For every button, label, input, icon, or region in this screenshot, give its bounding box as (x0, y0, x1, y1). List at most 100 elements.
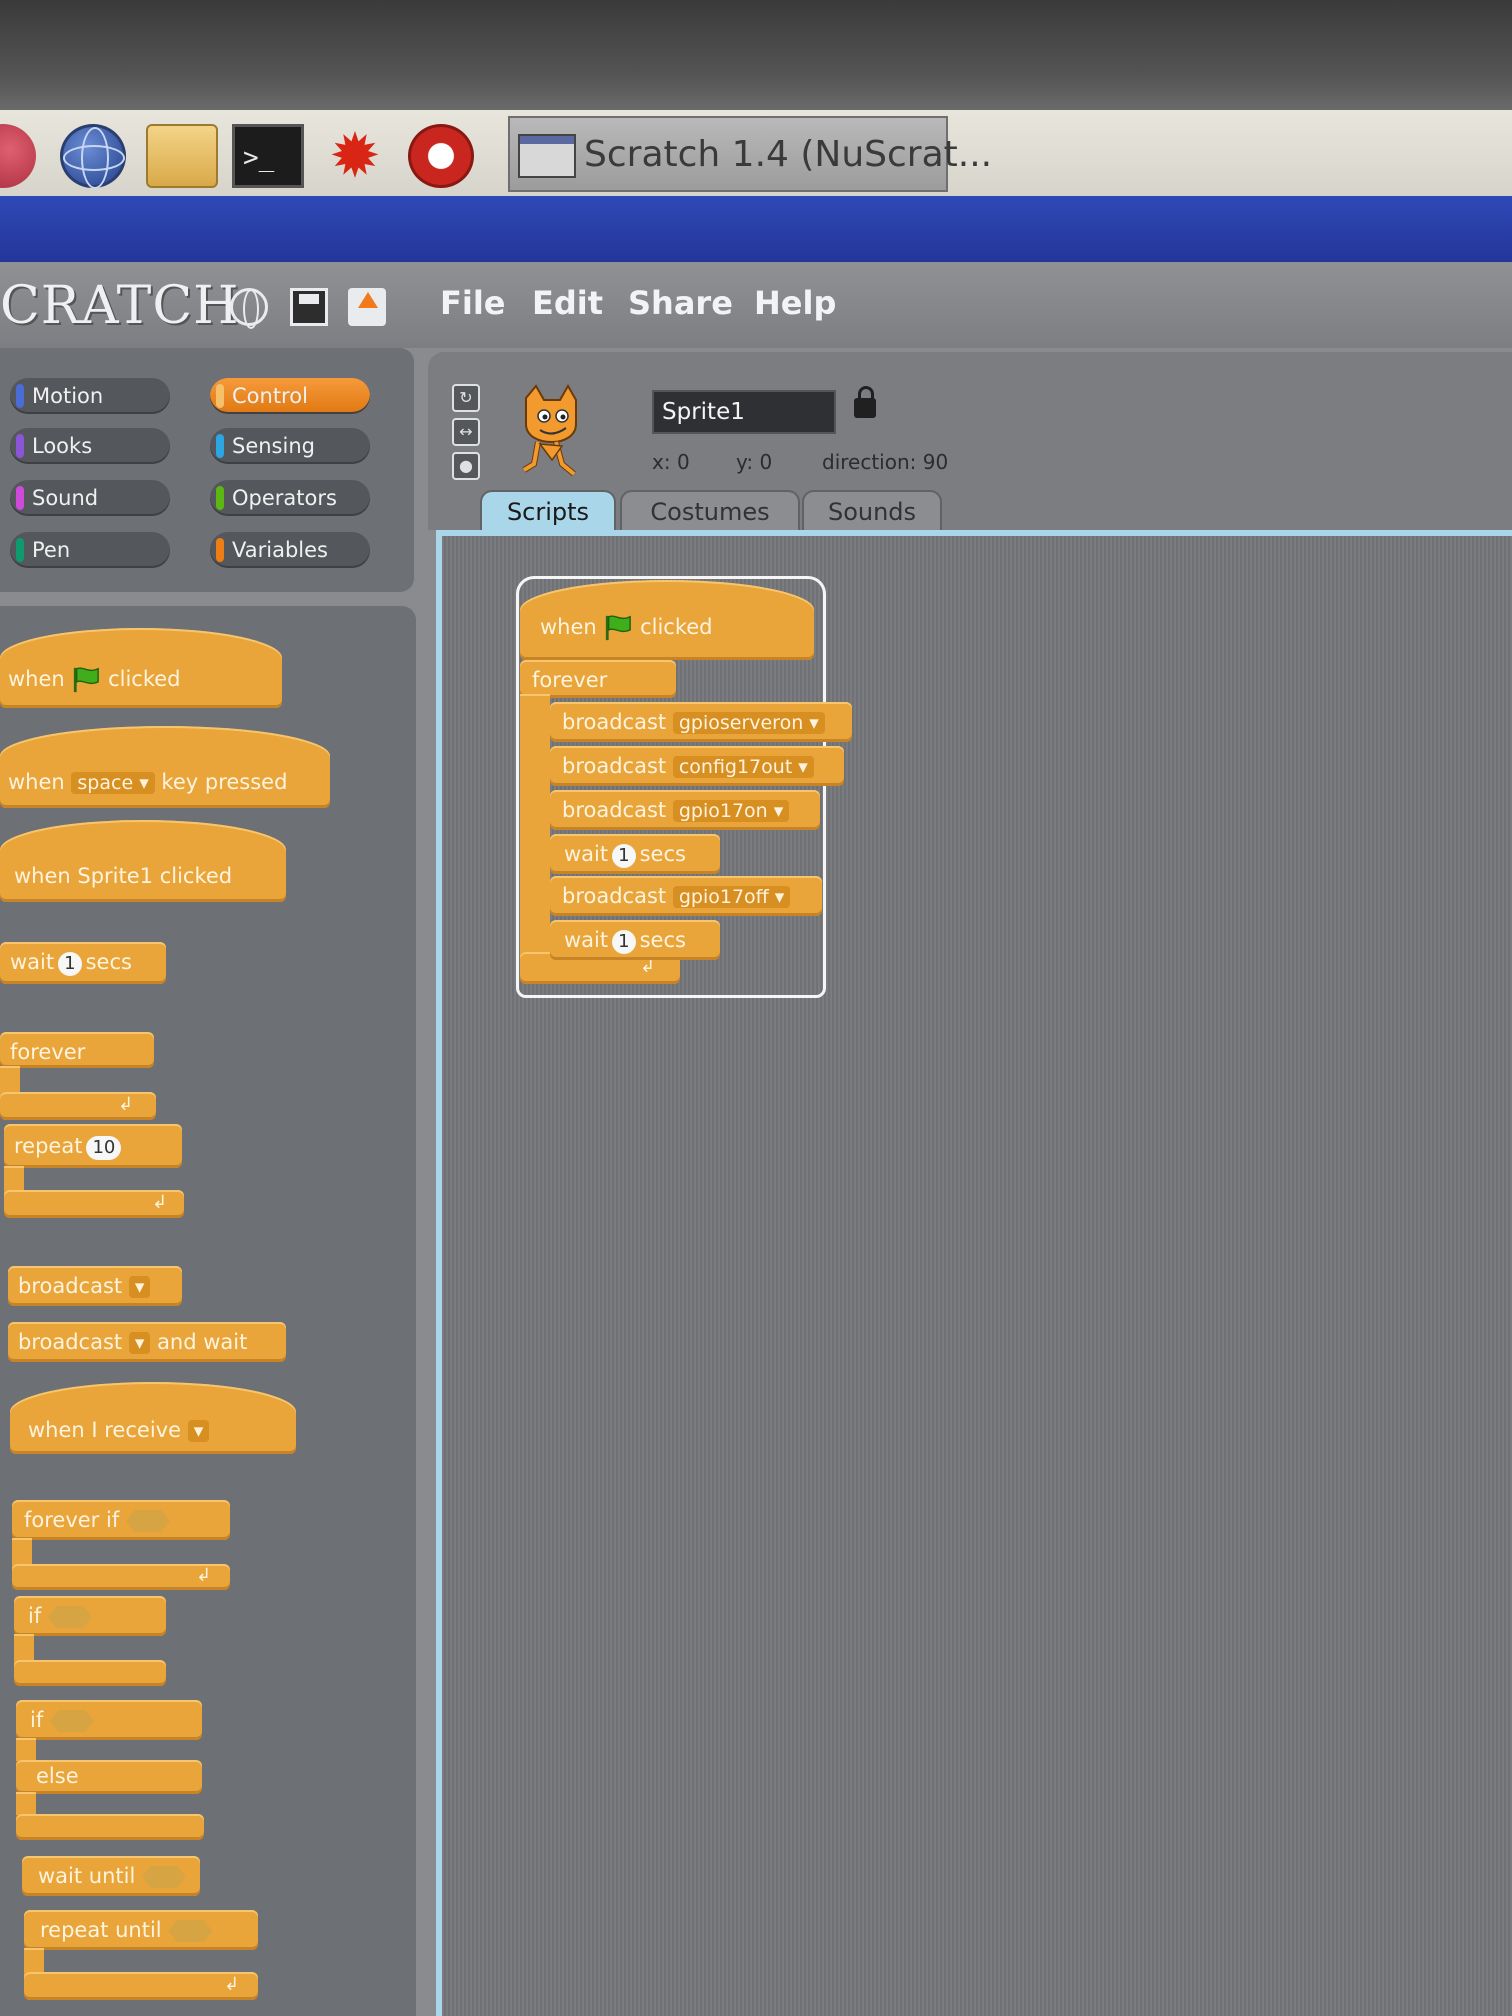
monitor-bezel (0, 0, 1512, 110)
palette-forever-bottom: ↲ (0, 1092, 156, 1120)
condition-slot[interactable] (142, 1866, 186, 1888)
script-broadcast-gpio17off[interactable]: broadcast gpio17off (550, 876, 822, 916)
script-wait-block[interactable]: wait 1 secs (550, 920, 720, 960)
wait-seconds-input[interactable]: 1 (58, 952, 82, 976)
file-manager-icon[interactable] (146, 124, 218, 188)
script-forever-block[interactable]: forever (520, 660, 676, 698)
palette-repeat-block[interactable]: repeat 10 (4, 1124, 182, 1168)
no-rotate-icon[interactable]: ● (452, 452, 480, 480)
block-text: wait (564, 842, 609, 866)
script-wait-block[interactable]: wait 1 secs (550, 834, 720, 874)
key-dropdown[interactable]: space (71, 772, 155, 794)
block-text: secs (639, 842, 686, 866)
broadcast-message-dropdown[interactable]: gpioserveron (672, 712, 825, 734)
category-control[interactable]: Control (210, 378, 370, 414)
sprite-name-field[interactable]: Sprite1 (652, 390, 836, 434)
condition-slot[interactable] (168, 1920, 213, 1942)
palette-if-block[interactable]: if (14, 1596, 166, 1636)
broadcast-dropdown[interactable] (128, 1276, 151, 1298)
terminal-icon[interactable]: >_ (232, 124, 304, 188)
broadcast-message-dropdown[interactable]: gpio17off (672, 886, 791, 908)
condition-slot[interactable] (125, 1510, 170, 1532)
forever-c-arm (520, 694, 550, 964)
tab-scripts[interactable]: Scripts (480, 490, 616, 530)
share-upload-icon[interactable] (348, 288, 386, 326)
block-text: if (28, 1604, 42, 1628)
condition-slot[interactable] (47, 1606, 92, 1628)
sprite-x-readout: x: 0 (652, 450, 690, 474)
save-icon[interactable] (290, 288, 328, 326)
category-operators[interactable]: Operators (210, 480, 370, 516)
block-text: broadcast (18, 1330, 123, 1354)
palette-forever-block[interactable]: forever (0, 1032, 154, 1068)
wait-seconds-input[interactable]: 1 (612, 930, 636, 954)
script-broadcast-config17out[interactable]: broadcast config17out (550, 746, 844, 786)
sprite-direction-readout: direction: 90 (822, 450, 948, 474)
window-titlebar[interactable] (0, 196, 1512, 262)
wait-seconds-input[interactable]: 1 (612, 844, 636, 868)
menu-edit[interactable]: Edit (532, 284, 603, 322)
lock-icon[interactable] (854, 386, 876, 418)
green-flag-icon (73, 667, 100, 693)
green-flag-icon (605, 615, 632, 641)
category-panel: Motion Looks Sound Pen Control Sensing O… (0, 348, 420, 598)
rotate-all-around-icon[interactable]: ↻ (452, 384, 480, 412)
palette-if-bottom (14, 1660, 166, 1686)
receive-dropdown[interactable] (187, 1420, 210, 1442)
category-variables[interactable]: Variables (210, 532, 370, 568)
block-text: forever (10, 1040, 86, 1064)
script-when-flag-clicked-block[interactable]: when clicked (520, 580, 814, 660)
script-broadcast-gpio17on[interactable]: broadcast gpio17on (550, 790, 820, 830)
category-sound[interactable]: Sound (10, 480, 170, 516)
menu-file[interactable]: File (440, 284, 506, 322)
menu-share[interactable]: Share (628, 284, 733, 322)
palette-forever-if-block[interactable]: forever if (12, 1500, 230, 1540)
palette-if-else-block[interactable]: if (16, 1700, 202, 1740)
burst-app-icon[interactable]: ✹ (322, 124, 388, 188)
tab-costumes[interactable]: Costumes (620, 490, 800, 530)
category-label: Pen (32, 538, 71, 562)
broadcast-message-dropdown[interactable]: config17out (672, 756, 814, 778)
palette-broadcast-and-wait-block[interactable]: broadcast and wait (8, 1322, 286, 1362)
category-label: Sensing (232, 434, 315, 458)
palette-when-flag-clicked-block[interactable]: when clicked (0, 628, 282, 708)
block-text: and wait (157, 1330, 248, 1354)
block-text: wait (10, 950, 55, 974)
category-label: Looks (32, 434, 93, 458)
menu-help[interactable]: Help (754, 284, 836, 322)
tab-sounds[interactable]: Sounds (802, 490, 942, 530)
category-pen[interactable]: Pen (10, 532, 170, 568)
broadcast-dropdown[interactable] (128, 1332, 151, 1354)
category-sensing[interactable]: Sensing (210, 428, 370, 464)
wolfram-icon[interactable] (408, 124, 474, 188)
category-motion[interactable]: Motion (10, 378, 170, 414)
palette-wait-until-block[interactable]: wait until (22, 1856, 200, 1896)
block-text: secs (639, 928, 686, 952)
block-text: when I receive (28, 1418, 181, 1442)
left-right-only-icon[interactable]: ↔ (452, 418, 480, 446)
palette-wait-block[interactable]: wait 1 secs (0, 942, 166, 984)
window-icon (518, 134, 576, 178)
language-globe-icon[interactable] (230, 288, 268, 329)
repeat-count-input[interactable]: 10 (86, 1136, 122, 1160)
palette-when-key-pressed-block[interactable]: when space key pressed (0, 726, 330, 808)
category-label: Motion (32, 384, 104, 408)
block-text: wait until (38, 1864, 136, 1888)
script-broadcast-gpioserveron[interactable]: broadcast gpioserveron (550, 702, 852, 742)
sprite-thumbnail-cat-icon[interactable] (516, 384, 588, 480)
palette-when-i-receive-block[interactable]: when I receive (10, 1382, 296, 1454)
raspberry-pi-menu-icon[interactable] (0, 124, 36, 188)
condition-slot[interactable] (49, 1710, 94, 1732)
category-label: Sound (32, 486, 99, 510)
palette-repeat-until-block[interactable]: repeat until (24, 1910, 258, 1950)
block-text: broadcast (562, 710, 667, 734)
palette-when-sprite-clicked-block[interactable]: when Sprite1 clicked (0, 820, 286, 902)
taskbar-window-button[interactable]: Scratch 1.4 (NuScrat... (508, 116, 992, 192)
palette-broadcast-block[interactable]: broadcast (8, 1266, 182, 1306)
sprite-y-readout: y: 0 (736, 450, 772, 474)
broadcast-message-dropdown[interactable]: gpio17on (672, 800, 790, 822)
coord-label: x: (652, 450, 671, 474)
web-browser-icon[interactable] (60, 124, 126, 189)
block-text: when Sprite1 clicked (14, 864, 233, 888)
category-looks[interactable]: Looks (10, 428, 170, 464)
